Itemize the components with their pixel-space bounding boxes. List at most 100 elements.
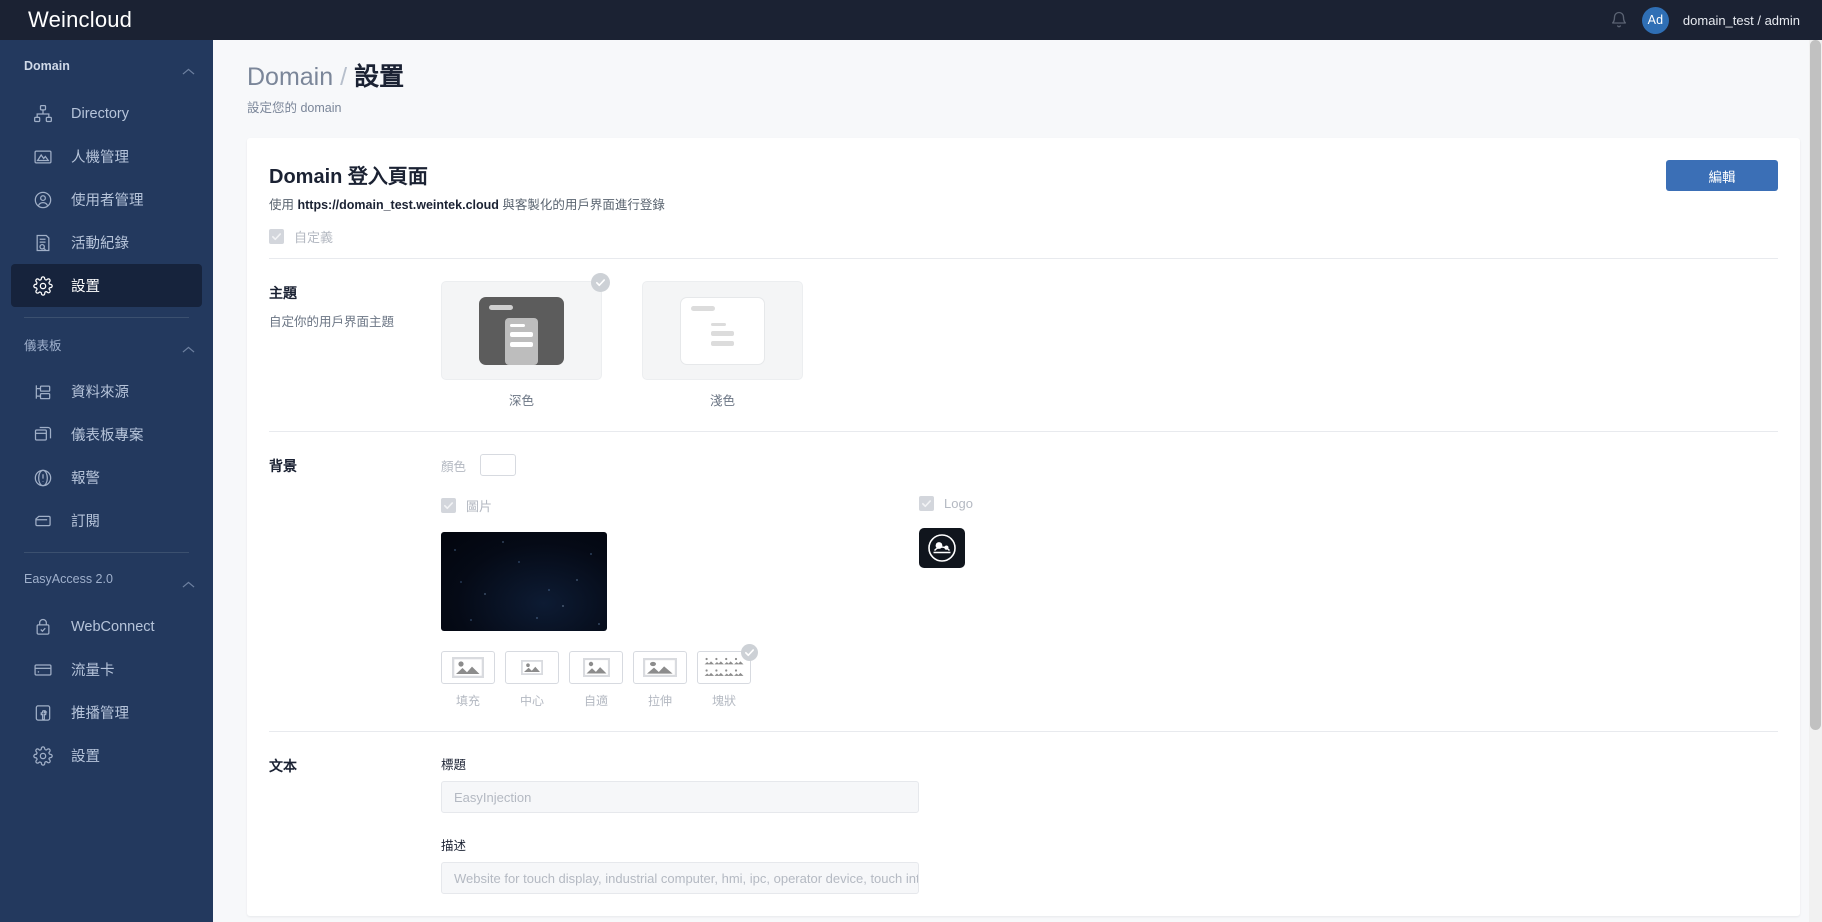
fill-mode-label: 中心 xyxy=(519,694,544,708)
logo-checkbox-row[interactable]: Logo xyxy=(919,496,1778,511)
gear-icon xyxy=(33,745,53,766)
chevron-up-icon[interactable] xyxy=(182,62,195,75)
theme-option-light-box[interactable] xyxy=(642,281,803,380)
directory-icon xyxy=(33,104,53,124)
sidebar-item-webconnect[interactable]: WebConnect xyxy=(11,605,202,648)
fill-mode-label: 塊狀 xyxy=(711,694,736,708)
gear-icon xyxy=(33,275,53,296)
theme-options: 深色 淺色 xyxy=(441,273,1778,409)
sidebar-group-easyaccess-header[interactable]: EasyAccess 2.0 xyxy=(0,553,213,605)
logo-label: Logo xyxy=(944,496,973,511)
sidebar-group-domain-header[interactable]: Domain xyxy=(0,40,213,92)
sidebar-item-label: 活動紀錄 xyxy=(71,236,129,252)
sidebar-item-data-card[interactable]: 流量卡 xyxy=(11,648,202,691)
user-label[interactable]: domain_test / admin xyxy=(1683,13,1800,28)
main-content: Domain / 設置 設定您的 domain Domain 登入頁面 使用 htt… xyxy=(213,40,1822,922)
sidebar-item-subscription[interactable]: 訂閱 xyxy=(11,499,202,542)
avatar[interactable]: Ad xyxy=(1641,6,1669,34)
sidebar-group-label: 儀表板 xyxy=(24,338,62,353)
fill-mode-stretch[interactable]: 拉伸 xyxy=(633,651,687,709)
fill-mode-tile[interactable]: 塊狀 xyxy=(697,644,758,709)
sidebar-item-easyaccess-settings[interactable]: 設置 xyxy=(11,734,202,777)
theme-dark-thumbnail xyxy=(479,296,564,365)
theme-section-subtitle: 自定你的用戶界面主題 xyxy=(269,315,395,329)
fill-mode-selected-badge xyxy=(741,644,758,661)
breadcrumb-current: 設置 xyxy=(354,63,405,91)
user-circle-icon xyxy=(33,190,53,210)
sidebar-item-directory[interactable]: Directory xyxy=(11,92,202,135)
alarm-icon xyxy=(33,468,53,488)
custom-checkbox[interactable] xyxy=(269,229,284,244)
sidebar-item-data-source[interactable]: 資料來源 xyxy=(11,370,202,413)
fill-mode-center[interactable]: 中心 xyxy=(505,651,559,709)
logo-preview[interactable] xyxy=(919,528,965,568)
fill-mode-center-box[interactable] xyxy=(505,651,559,684)
image-center-icon xyxy=(521,660,543,675)
color-swatch[interactable] xyxy=(480,454,517,476)
fill-mode-fill-box[interactable] xyxy=(441,651,495,684)
background-image-checkbox[interactable] xyxy=(441,498,456,513)
brand-logo[interactable]: Weincloud xyxy=(28,7,132,33)
fill-mode-stretch-box[interactable] xyxy=(633,651,687,684)
edit-button[interactable]: 編輯 xyxy=(1666,160,1778,191)
check-icon xyxy=(272,233,281,241)
vertical-scrollbar[interactable] xyxy=(1809,40,1822,922)
background-color-label: 顏色 xyxy=(441,459,467,474)
logo-checkbox[interactable] xyxy=(919,496,934,511)
page-header: Domain / 設置 設定您的 domain xyxy=(213,40,1822,116)
sidebar-item-settings[interactable]: 設置 xyxy=(11,264,202,307)
fill-mode-fill[interactable]: 填充 xyxy=(441,651,495,709)
custom-checkbox-row[interactable]: 自定義 xyxy=(247,213,1800,258)
lock-check-icon xyxy=(33,617,53,637)
sidebar-group-dashboard-header[interactable]: 儀表板 xyxy=(0,318,213,370)
fill-mode-label: 自適 xyxy=(583,694,608,708)
sidebar-item-alarm[interactable]: 報警 xyxy=(11,456,202,499)
theme-section-labels: 主題 自定你的用戶界面主題 xyxy=(269,281,441,409)
sidebar-item-label: 推播管理 xyxy=(71,706,129,722)
chevron-up-icon[interactable] xyxy=(182,575,195,588)
theme-option-light[interactable]: 淺色 xyxy=(642,281,803,409)
fill-mode-tile-box[interactable] xyxy=(697,644,758,684)
sidebar-item-dashboard-project[interactable]: 儀表板專案 xyxy=(11,413,202,456)
text-section-title: 文本 xyxy=(269,758,297,774)
body-row: Domain Directory 人機管理 使用者管理 活動紀錄 設置 儀表板 … xyxy=(0,40,1822,922)
sidebar-item-label: 設置 xyxy=(71,749,100,765)
sidebar-item-label: 訂閱 xyxy=(71,514,100,530)
fill-mode-options: 填充 中心 自適 拉伸 塊狀 xyxy=(441,644,1778,709)
scrollbar-thumb[interactable] xyxy=(1810,40,1821,730)
breadcrumb-parent[interactable]: Domain xyxy=(247,63,333,91)
card-title: Domain 登入頁面 xyxy=(269,166,428,188)
fill-mode-fit-box[interactable] xyxy=(569,651,623,684)
theme-option-dark-box[interactable] xyxy=(441,273,610,380)
sidebar-item-label: 流量卡 xyxy=(71,663,115,679)
sidebar-item-label: 使用者管理 xyxy=(71,193,144,209)
breadcrumb: Domain / 設置 xyxy=(247,62,1822,92)
background-image-preview[interactable] xyxy=(441,532,607,631)
background-section-title: 背景 xyxy=(269,458,297,474)
sidebar-item-user-management[interactable]: 使用者管理 xyxy=(11,178,202,221)
chevron-up-icon[interactable] xyxy=(182,340,195,353)
background-section: 背景 顏色 圖片 Logo 填充 中心 自適 拉伸 塊狀 xyxy=(247,432,1800,731)
theme-option-dark[interactable]: 深色 xyxy=(441,273,610,409)
sidebar-item-hmi[interactable]: 人機管理 xyxy=(11,135,202,178)
sidebar-item-label: 設置 xyxy=(71,279,100,295)
image-fit-icon xyxy=(582,658,610,677)
theme-section-title: 主題 xyxy=(269,285,297,301)
logo-column: Logo xyxy=(919,496,1778,631)
data-card-icon xyxy=(33,660,53,680)
activity-log-icon xyxy=(33,233,53,253)
bell-icon[interactable] xyxy=(1610,11,1628,29)
background-image-label: 圖片 xyxy=(466,499,493,514)
fill-mode-fit[interactable]: 自適 xyxy=(569,651,623,709)
sidebar-item-broadcast[interactable]: 推播管理 xyxy=(11,691,202,734)
sidebar-item-activity-log[interactable]: 活動紀錄 xyxy=(11,221,202,264)
card-description: 使用 https://domain_test.weintek.cloud 與客製… xyxy=(269,194,665,213)
topbar-right-group: Ad domain_test / admin xyxy=(1610,6,1800,34)
description-input[interactable]: Website for touch display, industrial co… xyxy=(441,862,919,894)
text-section-labels: 文本 xyxy=(269,754,441,894)
image-fill-icon xyxy=(452,657,484,678)
title-input[interactable]: EasyInjection xyxy=(441,781,919,813)
background-image-checkbox-row[interactable]: 圖片 xyxy=(441,496,919,515)
breadcrumb-separator: / xyxy=(340,63,348,91)
domain-login-page-card: Domain 登入頁面 使用 https://domain_test.weint… xyxy=(247,138,1800,916)
